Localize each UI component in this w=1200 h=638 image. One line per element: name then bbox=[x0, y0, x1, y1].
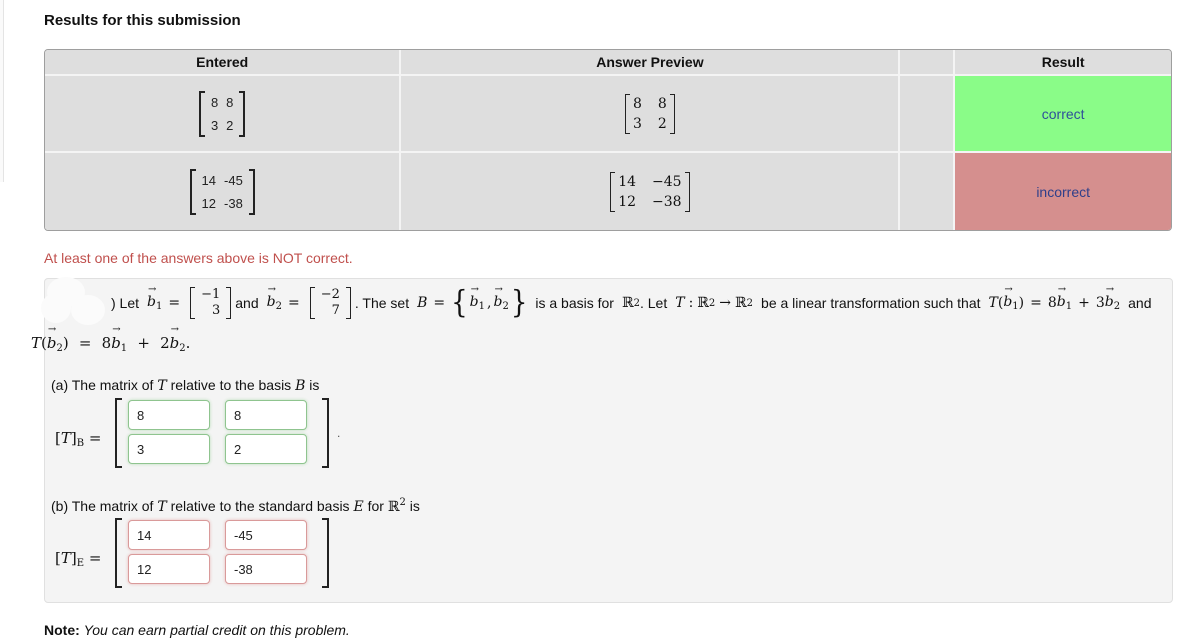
matrix-entry: 2 bbox=[226, 117, 234, 133]
matrix-entry: −45 bbox=[652, 173, 682, 190]
part-a-lhs: [T]B = bbox=[55, 429, 102, 449]
preview-cell: 8 8 3 2 bbox=[401, 76, 901, 153]
set-name: B bbox=[417, 295, 428, 311]
b2-vector-symbol: b2 bbox=[267, 284, 282, 312]
b2-column-vector: −2 7 bbox=[309, 287, 351, 319]
matrix-entry: 3 bbox=[210, 117, 219, 133]
part-b-matrix bbox=[115, 518, 329, 588]
answer-a-r1c2[interactable] bbox=[225, 400, 307, 430]
matrix-entry: 14 bbox=[201, 172, 217, 188]
problem-panel: ) Let b1 = −1 3 and b2 = −2 7 . The set … bbox=[31, 277, 1173, 603]
basis-text: is a basis for bbox=[535, 295, 614, 311]
left-bracket bbox=[115, 518, 122, 588]
results-header-row: Entered Answer Preview Result bbox=[45, 50, 1171, 76]
table-row: 14 -45 12 -38 14 −45 12 −38 incorrect bbox=[45, 153, 1171, 230]
entered-matrix: 8 8 3 2 bbox=[198, 90, 246, 137]
matrix-entry: 3 bbox=[632, 115, 642, 132]
matrix-entry: -45 bbox=[224, 172, 243, 188]
matrix-entry: 8 bbox=[657, 95, 667, 112]
right-bracket bbox=[239, 90, 246, 137]
header-answer-preview: Answer Preview bbox=[401, 50, 901, 76]
preview-matrix: 8 8 3 2 bbox=[624, 93, 675, 134]
entered-cell: 14 -45 12 -38 bbox=[45, 153, 402, 230]
preview-matrix: 14 −45 12 −38 bbox=[610, 171, 690, 212]
problem-statement-line2: T(b2) = 8b1 + 2b2. bbox=[31, 324, 190, 354]
answer-a-r2c2[interactable] bbox=[225, 434, 307, 464]
matrix-entry: -38 bbox=[224, 195, 243, 211]
vector-entry: −2 bbox=[320, 287, 340, 302]
entered-matrix: 14 -45 12 -38 bbox=[189, 168, 255, 215]
and-text: and bbox=[235, 295, 259, 311]
intro-text: ) Let bbox=[111, 295, 140, 311]
vector-entry: 7 bbox=[331, 303, 340, 318]
set-text: . The set bbox=[354, 295, 410, 311]
header-blank bbox=[900, 50, 956, 76]
right-bracket bbox=[669, 93, 675, 134]
blank-cell bbox=[900, 153, 956, 230]
left-bracket bbox=[115, 398, 122, 468]
right-bracket bbox=[684, 171, 690, 212]
left-brace: { bbox=[451, 285, 468, 321]
result-cell-correct: correct bbox=[955, 76, 1171, 153]
matrix-entry: 2 bbox=[657, 115, 667, 132]
left-edge-panel bbox=[0, 0, 4, 182]
entered-cell: 8 8 3 2 bbox=[45, 76, 402, 153]
part-a-label: (a) The matrix of T relative to the basi… bbox=[51, 377, 320, 394]
b1-column-vector: −1 3 bbox=[190, 287, 232, 319]
equals-sign: = bbox=[287, 295, 300, 311]
matrix-entry: −38 bbox=[652, 193, 682, 210]
results-title: Results for this submission bbox=[44, 12, 241, 29]
header-result: Result bbox=[955, 50, 1171, 76]
matrix-entry: 8 bbox=[210, 94, 219, 110]
equals-sign: = bbox=[168, 295, 181, 311]
part-b-label: (b) The matrix of T relative to the stan… bbox=[51, 497, 420, 515]
answer-b-r2c2[interactable] bbox=[225, 554, 307, 584]
matrix-entry: 12 bbox=[201, 195, 217, 211]
right-bracket bbox=[248, 168, 255, 215]
blank-cell bbox=[900, 76, 956, 153]
results-table: Entered Answer Preview Result 8 8 3 2 8 bbox=[44, 49, 1172, 231]
preview-cell: 14 −45 12 −38 bbox=[401, 153, 901, 230]
part-b-lhs: [T]E = bbox=[55, 549, 102, 569]
b1-vector-symbol: b1 bbox=[147, 284, 162, 312]
table-row: 8 8 3 2 8 8 3 2 correct bbox=[45, 76, 1171, 153]
right-bracket bbox=[322, 518, 329, 588]
result-cell-incorrect: incorrect bbox=[955, 153, 1171, 230]
matrix-entry: 12 bbox=[618, 193, 637, 210]
answer-a-r2c1[interactable] bbox=[128, 434, 210, 464]
right-brace: } bbox=[510, 285, 528, 321]
partial-credit-note: Note: You can earn partial credit on thi… bbox=[44, 622, 350, 638]
problem-statement: ) Let b1 = −1 3 and b2 = −2 7 . The set … bbox=[59, 284, 1152, 321]
answer-b-r2c1[interactable] bbox=[128, 554, 210, 584]
period: . bbox=[337, 426, 341, 440]
vector-entry: −1 bbox=[201, 287, 221, 302]
answer-b-r1c1[interactable] bbox=[128, 520, 210, 550]
answer-a-r1c1[interactable] bbox=[128, 400, 210, 430]
right-bracket bbox=[322, 398, 329, 468]
answer-b-r1c2[interactable] bbox=[225, 520, 307, 550]
warning-message: At least one of the answers above is NOT… bbox=[44, 250, 353, 266]
matrix-entry: 8 bbox=[632, 95, 642, 112]
matrix-entry: 14 bbox=[618, 173, 637, 190]
part-a-matrix: . bbox=[115, 398, 340, 468]
header-entered: Entered bbox=[45, 50, 402, 76]
matrix-entry: 8 bbox=[226, 94, 234, 110]
vector-entry: 3 bbox=[211, 303, 221, 318]
